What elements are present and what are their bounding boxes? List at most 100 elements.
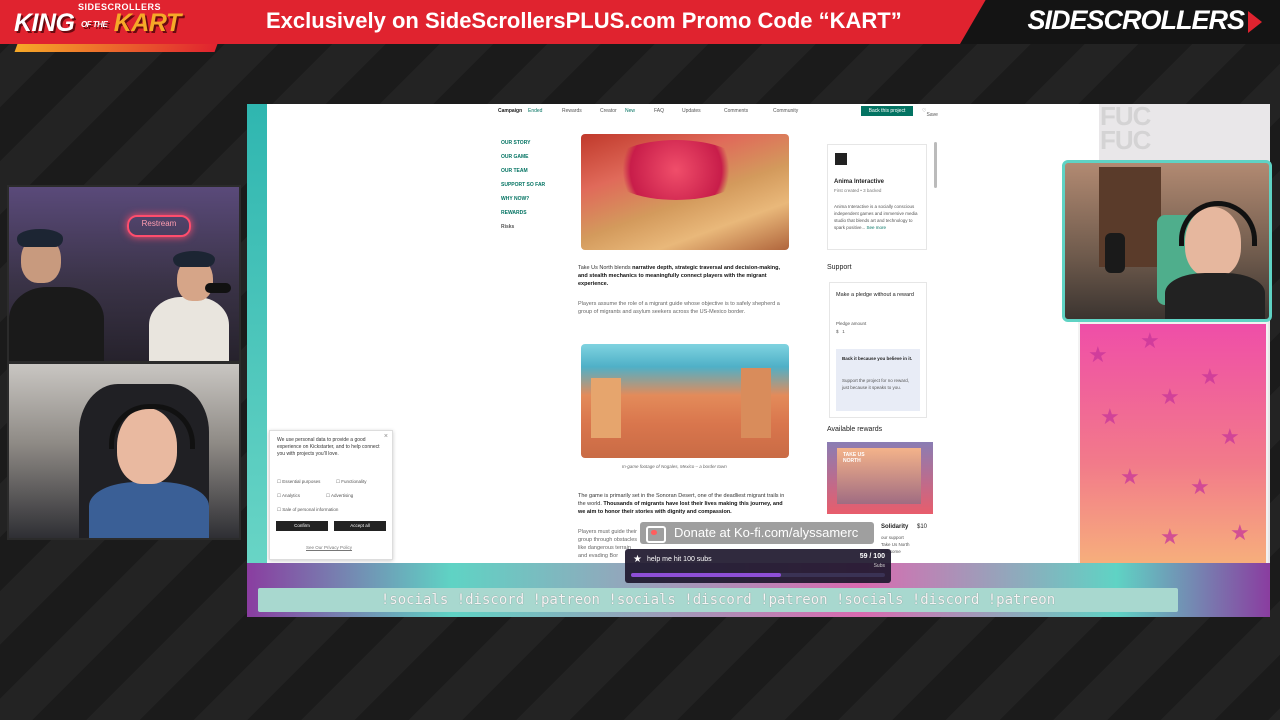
host-right-cap xyxy=(173,251,215,267)
creator-card: Anima Interactive First created • 3 back… xyxy=(827,144,927,250)
cookie-confirm-button[interactable]: Confirm xyxy=(276,521,328,531)
logo-underline xyxy=(14,44,218,52)
story-para1-intro: Take Us North blends xyxy=(578,265,633,271)
option-analytics-label: Analytics xyxy=(282,493,301,498)
tab-updates[interactable]: Updates xyxy=(682,108,701,114)
pledge-currency: $ xyxy=(836,329,839,334)
privacy-policy-link[interactable]: See Our Privacy Policy xyxy=(306,545,352,550)
checkbox-essential[interactable]: ☐ Essential purposes xyxy=(277,479,320,485)
glitch-frame-left xyxy=(247,104,267,617)
back-project-button[interactable]: Back this project xyxy=(861,106,913,116)
back-it-box[interactable]: Back it because you believe in it. Suppo… xyxy=(836,349,920,411)
game-screenshot-nogales xyxy=(581,344,789,458)
side-menu-item-our-game[interactable]: OUR GAME xyxy=(501,154,545,168)
goal-unit: Subs xyxy=(873,563,885,569)
star-icon: ★ xyxy=(1220,424,1240,449)
reward-name[interactable]: Solidarity xyxy=(881,524,908,530)
side-menu-item-rewards[interactable]: REWARDS xyxy=(501,210,545,224)
option-functionality-label: Functionality xyxy=(341,479,367,484)
goal-count: 59 / 100 xyxy=(859,553,885,560)
story-para3-bold: Thousands of migrants have lost their li… xyxy=(578,501,783,515)
reward-artwork-title: TAKE US NORTH xyxy=(843,452,865,464)
option-advertising-label: Advertising xyxy=(331,493,354,498)
host-left-cap xyxy=(17,229,63,247)
streamer-body xyxy=(1165,273,1265,319)
headset-mic xyxy=(205,283,231,293)
creator-logo-icon xyxy=(835,153,847,165)
star-icon: ★ xyxy=(1230,520,1250,545)
donate-text: Donate at Ko-fi.com/alyssamerc xyxy=(674,525,859,540)
creator-bio: Anima Interactive is a socially consciou… xyxy=(834,203,920,231)
cookie-accept-all-button[interactable]: Accept all xyxy=(334,521,386,531)
story-paragraph-2: Players assume the role of a migrant gui… xyxy=(578,301,780,315)
host-left-body xyxy=(9,287,104,361)
goal-progress-track xyxy=(631,573,885,577)
checkbox-advertising[interactable]: ☐ Advertising xyxy=(326,493,353,499)
tab-campaign[interactable]: Campaign xyxy=(498,108,522,114)
star-icon: ★ xyxy=(1160,524,1180,549)
webcam-streamer xyxy=(1062,160,1272,322)
reward-price: $10 xyxy=(917,524,928,530)
reward-image[interactable]: TAKE US NORTH xyxy=(827,442,933,514)
tab-comments[interactable]: Comments xyxy=(724,108,748,114)
story-side-menu: OUR STORY OUR GAME OUR TEAM SUPPORT SO F… xyxy=(501,140,545,238)
tab-faq[interactable]: FAQ xyxy=(654,108,664,114)
watermark-line-2: FUC xyxy=(1100,125,1151,155)
star-icon: ★ xyxy=(1190,474,1210,499)
neon-sign-text: Restream xyxy=(141,219,177,228)
building xyxy=(591,378,621,438)
creator-meta: First created • 3 backed xyxy=(834,188,882,193)
star-icon: ★ xyxy=(633,554,642,565)
creator-name[interactable]: Anima Interactive xyxy=(834,179,884,185)
sidescrollers-logo: SIDESCROLLERS xyxy=(1027,5,1262,36)
reward-snippet-2: Take Us North xyxy=(881,542,910,547)
brand-side: SIDE xyxy=(1027,5,1087,35)
save-label: Save xyxy=(926,112,938,118)
host-right-body xyxy=(149,297,229,361)
guest-body xyxy=(89,482,209,538)
see-more-link[interactable]: See more xyxy=(867,225,887,230)
cookie-consent-dialog: We use personal data to provide a good e… xyxy=(269,430,393,560)
checkbox-functionality[interactable]: ☐ Functionality xyxy=(336,479,367,485)
sidebar-scrollbar[interactable] xyxy=(934,142,937,188)
star-icon: ★ xyxy=(1088,342,1108,367)
side-menu-item-support[interactable]: SUPPORT SO FAR xyxy=(501,182,545,196)
ended-badge: Ended xyxy=(528,108,543,114)
star-icon: ★ xyxy=(1140,328,1160,353)
back-it-title: Back it because you believe in it. xyxy=(842,356,913,361)
story-paragraph-3: The game is primarily set in the Sonoran… xyxy=(578,492,788,516)
side-menu-item-why-now[interactable]: WHY NOW? xyxy=(501,196,545,210)
save-button[interactable]: ♡ Save xyxy=(922,108,938,118)
star-icon: ★ xyxy=(1100,404,1120,429)
pledge-amount-input[interactable]: $ 1 xyxy=(836,329,845,334)
logo-of-the: OF THE xyxy=(80,19,108,29)
side-menu-item-our-team[interactable]: OUR TEAM xyxy=(501,168,545,182)
tab-rewards[interactable]: Rewards xyxy=(562,108,582,114)
webcam-guest xyxy=(7,362,241,540)
close-icon[interactable]: × xyxy=(384,433,388,440)
goal-title: help me hit 100 subs xyxy=(647,556,712,563)
side-menu-item-risks[interactable]: Risks xyxy=(501,224,545,238)
available-rewards-title: Available rewards xyxy=(827,426,883,433)
webcam-hosts: Restream xyxy=(7,185,241,363)
option-sale-label: Sale of personal information xyxy=(282,507,339,512)
logo-kart: KART xyxy=(113,9,181,37)
play-arrow-icon xyxy=(1248,10,1262,33)
pledge-label: Pledge amount xyxy=(836,321,867,326)
option-essential-label: Essential purposes xyxy=(282,479,321,484)
building xyxy=(741,368,771,438)
new-badge: New xyxy=(625,108,636,114)
logo-main-text: KING OF THE KART xyxy=(14,9,181,38)
brand-scrollers: SCROLLERS xyxy=(1086,5,1245,35)
pledge-value: 1 xyxy=(842,329,845,334)
tab-community[interactable]: Community xyxy=(773,108,798,114)
tab-creator[interactable]: Creator xyxy=(600,108,617,114)
checkbox-analytics[interactable]: ☐ Analytics xyxy=(277,493,300,499)
pink-tree xyxy=(606,140,746,200)
socials-ticker: !socials !discord !patreon !socials !dis… xyxy=(258,588,1178,612)
side-menu-item-our-story[interactable]: OUR STORY xyxy=(501,140,545,154)
logo-king: KING xyxy=(14,9,75,37)
checkbox-sale-info[interactable]: ☐ Sale of personal information xyxy=(277,507,338,513)
cookie-text: We use personal data to provide a good e… xyxy=(277,437,380,457)
pledge-box[interactable]: Make a pledge without a reward Pledge am… xyxy=(829,282,927,418)
